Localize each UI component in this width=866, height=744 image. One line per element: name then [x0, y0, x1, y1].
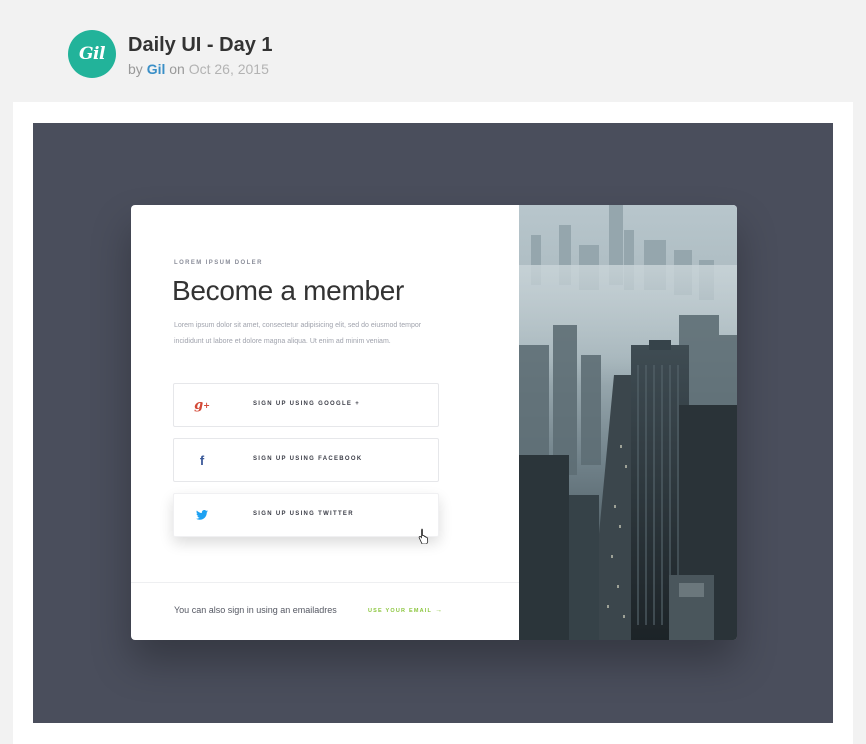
eyebrow-label: LOREM IPSUM DOLER: [174, 260, 263, 266]
facebook-icon: f: [199, 452, 205, 468]
facebook-signup-button[interactable]: f SIGN UP USING FACEBOOK: [173, 438, 439, 482]
signup-form-pane: LOREM IPSUM DOLER Become a member Lorem …: [131, 205, 519, 640]
hand-cursor-icon: [418, 528, 429, 544]
use-email-link[interactable]: USE YOUR EMAIL →: [368, 607, 443, 614]
google-signup-button[interactable]: g + SIGN UP USING GOOGLE +: [173, 383, 439, 427]
facebook-signup-label: SIGN UP USING FACEBOOK: [253, 456, 363, 462]
author-link[interactable]: Gil: [147, 61, 166, 77]
signup-card: LOREM IPSUM DOLER Become a member Lorem …: [131, 205, 737, 640]
on-label: on: [169, 61, 185, 77]
shot-canvas: LOREM IPSUM DOLER Become a member Lorem …: [33, 123, 833, 723]
avatar[interactable]: Gil: [68, 30, 116, 78]
arrow-right-icon: →: [435, 607, 444, 614]
use-email-label: USE YOUR EMAIL: [368, 608, 433, 614]
footer-text: You can also sign in using an emailadres: [174, 605, 337, 615]
google-plus-icon: g +: [194, 397, 210, 413]
google-signup-label: SIGN UP USING GOOGLE +: [253, 401, 361, 407]
city-photo: [519, 205, 737, 640]
shot-title[interactable]: Daily UI - Day 1: [128, 34, 273, 57]
twitter-signup-button[interactable]: SIGN UP USING TWITTER: [173, 493, 439, 544]
shot-date: Oct 26, 2015: [188, 61, 269, 77]
shot-frame: LOREM IPSUM DOLER Become a member Lorem …: [13, 102, 853, 744]
page-title: Become a member: [172, 275, 405, 306]
avatar-text: Gil: [79, 44, 105, 64]
twitter-icon: [194, 506, 210, 524]
shot-meta: by Gil on Oct 26, 2015: [128, 61, 269, 77]
by-label: by: [128, 61, 143, 77]
twitter-signup-label: SIGN UP USING TWITTER: [253, 511, 354, 517]
footer-divider: [131, 582, 519, 583]
description: Lorem ipsum dolor sit amet, consectetur …: [174, 322, 422, 345]
